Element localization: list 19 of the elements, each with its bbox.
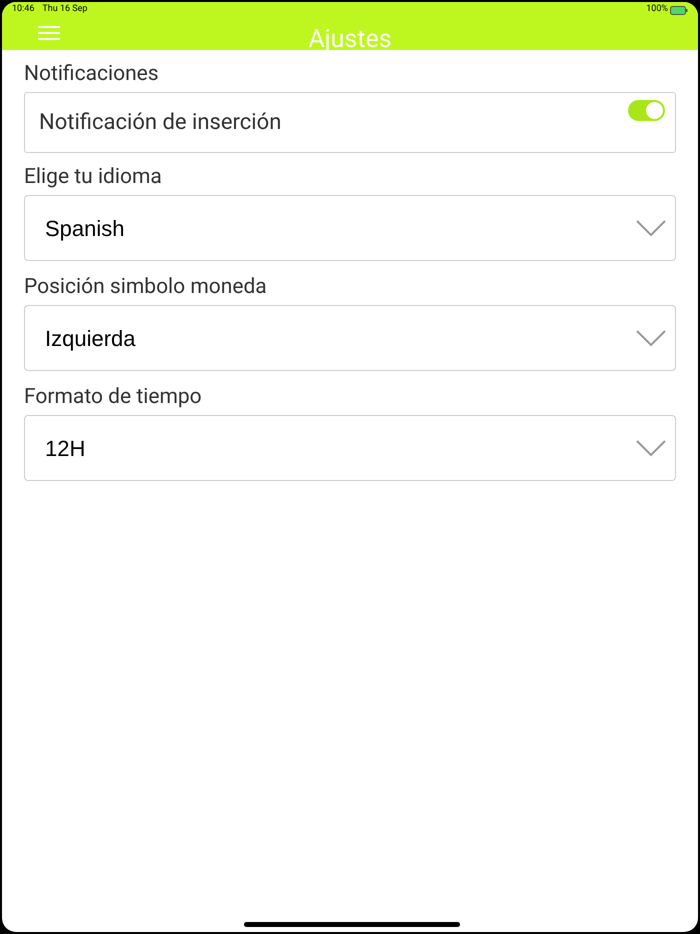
section-label: Formato de tiempo xyxy=(24,384,203,412)
status-time: 10:46 xyxy=(12,3,34,16)
dropdown-select[interactable]: Spanish xyxy=(24,195,676,261)
toggle-switch[interactable] xyxy=(628,100,665,121)
dropdown-select[interactable]: 12H xyxy=(24,415,676,481)
section-label: Posición simbolo moneda xyxy=(24,274,268,302)
chevron-down-icon xyxy=(635,439,667,457)
battery-icon xyxy=(670,6,688,14)
page-title: Ajustes xyxy=(308,27,392,53)
battery-percent: 100% xyxy=(646,3,668,16)
status-date: Thu 16 Sep xyxy=(42,3,88,16)
menu-button[interactable] xyxy=(38,24,60,42)
menu-icon xyxy=(38,26,60,40)
dropdown-select[interactable]: Izquierda xyxy=(24,305,676,371)
chevron-down-icon xyxy=(635,329,667,347)
section-label: Elige tu idioma xyxy=(24,164,163,192)
section-label: Notificaciones xyxy=(24,61,160,88)
setting-label: Notificación de inserción xyxy=(39,109,282,137)
chevron-down-icon xyxy=(635,219,667,237)
